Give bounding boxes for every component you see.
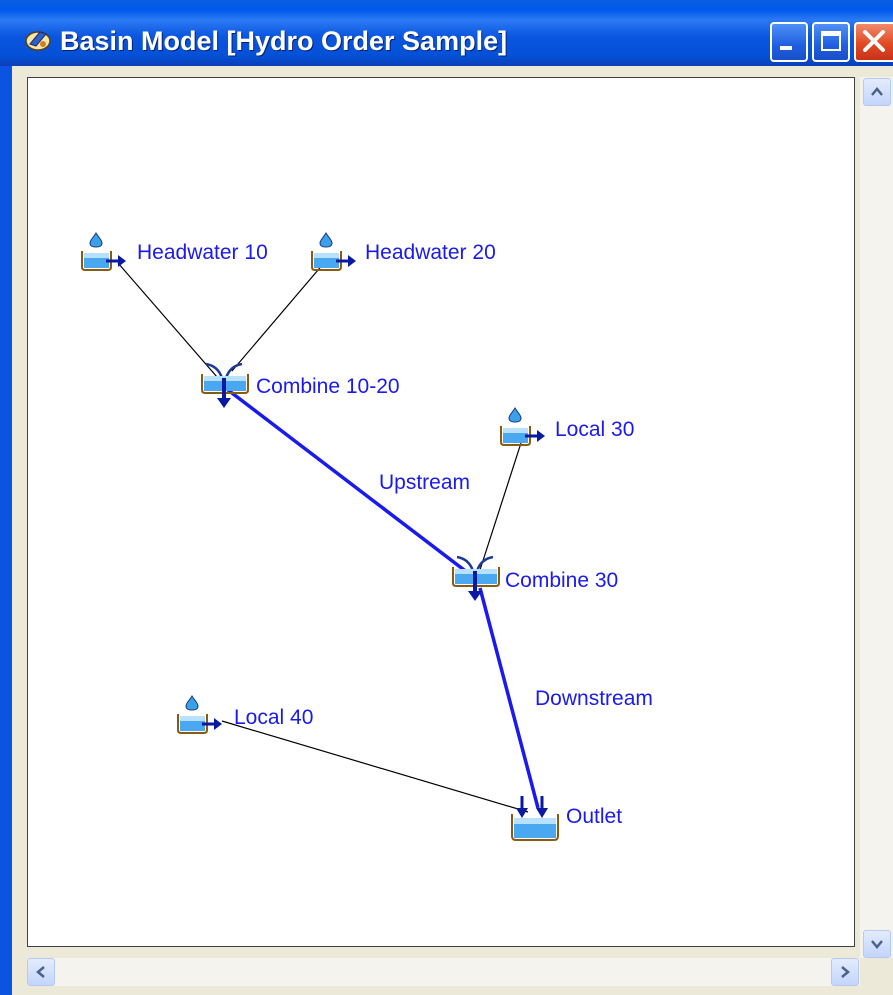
maximize-button[interactable] <box>812 22 850 62</box>
vertical-scrollbar[interactable] <box>860 77 893 961</box>
subbasin-icon[interactable] <box>174 694 226 736</box>
basin-map-canvas[interactable]: Headwater 10 Headwater 20 Combine 10-20 <box>27 77 855 947</box>
sink-icon[interactable] <box>508 792 562 844</box>
close-button[interactable] <box>854 22 893 62</box>
junction-icon[interactable] <box>198 358 252 412</box>
close-icon <box>863 30 885 52</box>
scroll-up-button[interactable] <box>863 78 891 106</box>
connector-headwater20-combine1020 <box>231 262 325 372</box>
chevron-right-icon <box>841 966 850 978</box>
hms-basin-icon <box>25 31 51 51</box>
node-label-local30[interactable]: Local 30 <box>555 418 634 442</box>
node-label-headwater20[interactable]: Headwater 20 <box>365 241 496 265</box>
scroll-down-button[interactable] <box>863 930 891 958</box>
node-label-outlet[interactable]: Outlet <box>566 805 622 829</box>
subbasin-icon[interactable] <box>308 231 360 273</box>
reach-label-upstream[interactable]: Upstream <box>379 471 470 495</box>
node-label-local40[interactable]: Local 40 <box>234 706 313 730</box>
title-bar[interactable]: Basin Model [Hydro Order Sample] <box>0 0 893 66</box>
network-lines <box>117 262 540 813</box>
window-frame-left <box>0 66 12 995</box>
scrollbar-corner <box>860 958 893 986</box>
chevron-left-icon <box>36 966 45 978</box>
horizontal-scrollbar[interactable] <box>27 958 860 986</box>
minimize-button[interactable] <box>770 22 808 62</box>
chevron-down-icon <box>871 940 883 949</box>
scroll-left-button[interactable] <box>27 958 55 986</box>
node-label-combine1020[interactable]: Combine 10-20 <box>256 375 400 399</box>
scroll-right-button[interactable] <box>831 958 859 986</box>
junction-icon[interactable] <box>449 551 503 605</box>
node-label-headwater10[interactable]: Headwater 10 <box>137 241 268 265</box>
subbasin-icon[interactable] <box>78 231 130 273</box>
reach-label-downstream[interactable]: Downstream <box>535 687 653 711</box>
chevron-up-icon <box>871 87 883 96</box>
basin-model-window: Basin Model [Hydro Order Sample] Headwat… <box>0 0 893 995</box>
window-title: Basin Model [Hydro Order Sample] <box>60 26 508 56</box>
reach-downstream-line[interactable] <box>478 587 540 809</box>
minimize-icon <box>780 46 792 50</box>
node-label-combine30[interactable]: Combine 30 <box>505 569 618 593</box>
subbasin-icon[interactable] <box>497 406 549 448</box>
connector-local40-outlet <box>221 720 529 813</box>
maximize-icon <box>821 31 841 51</box>
